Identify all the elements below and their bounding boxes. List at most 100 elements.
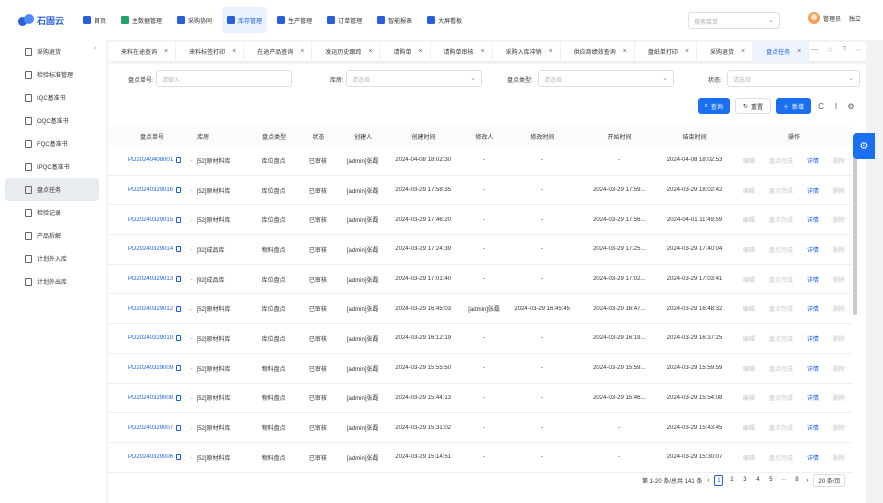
complete-link[interactable]: 盘点完成: [769, 186, 793, 195]
sidebar-item-7[interactable]: 检验记录: [5, 201, 99, 224]
nav-item-6[interactable]: 智能报表: [372, 7, 417, 33]
close-icon[interactable]: ×: [164, 48, 168, 55]
vertical-scrollbar[interactable]: [853, 150, 857, 315]
warehouse-select[interactable]: 请选择 ⌄: [346, 70, 482, 87]
copy-icon[interactable]: [176, 365, 182, 372]
prev-page-icon[interactable]: ‹: [707, 478, 709, 484]
page-5[interactable]: ···: [779, 475, 788, 486]
close-icon[interactable]: ×: [685, 48, 689, 55]
close-icon[interactable]: ×: [741, 48, 745, 55]
complete-link[interactable]: 盘点完成: [769, 275, 793, 284]
sidebar-item-8[interactable]: 产品拆解: [5, 224, 99, 247]
edit-link[interactable]: 编辑: [743, 393, 755, 402]
stocktake-code-link[interactable]: PD20240329012: [108, 305, 187, 312]
close-icon[interactable]: ×: [368, 48, 372, 55]
copy-icon[interactable]: [176, 157, 182, 164]
copy-icon[interactable]: [176, 216, 182, 223]
tab-5[interactable]: 请购单审核 ×: [431, 41, 493, 62]
delete-link[interactable]: 删除: [833, 304, 845, 313]
sidebar-item-0[interactable]: 采购退货: [5, 40, 99, 63]
complete-link[interactable]: 盘点完成: [769, 304, 793, 313]
detail-link[interactable]: 详情: [807, 275, 819, 284]
sidebar-item-6[interactable]: 盘点任务: [5, 178, 99, 201]
sidebar-item-3[interactable]: OQC基准书: [5, 109, 99, 132]
edit-link[interactable]: 编辑: [743, 245, 755, 254]
nav-item-3[interactable]: 库存管理: [222, 7, 268, 33]
edit-link[interactable]: 编辑: [743, 156, 755, 165]
close-icon[interactable]: ×: [418, 48, 422, 55]
close-icon[interactable]: ×: [300, 48, 304, 55]
stocktake-code-link[interactable]: PD20240329010: [108, 335, 187, 342]
delete-link[interactable]: 删除: [833, 393, 845, 402]
delete-link[interactable]: 删除: [833, 275, 845, 284]
tab-10[interactable]: 盘点任务 ×: [753, 41, 810, 62]
copy-icon[interactable]: [176, 424, 182, 431]
edit-link[interactable]: 编辑: [743, 304, 755, 313]
tab-4[interactable]: 请购单 ×: [380, 41, 431, 62]
query-button[interactable]: ⌕ 查询: [697, 98, 730, 114]
stocktake-code-link[interactable]: PD20240329009: [108, 365, 187, 372]
delete-link[interactable]: 删除: [833, 245, 845, 254]
close-icon[interactable]: ×: [549, 48, 553, 55]
next-page-icon[interactable]: ›: [806, 478, 808, 484]
detail-link[interactable]: 详情: [807, 364, 819, 373]
sidebar-item-9[interactable]: 计划外入库: [5, 247, 99, 270]
tab-9[interactable]: 采购退货 ×: [697, 41, 754, 62]
stocktake-code-link[interactable]: PD20240329008: [108, 394, 187, 401]
complete-link[interactable]: 盘点完成: [769, 215, 793, 224]
status-select[interactable]: 请选择 ⌄: [727, 70, 860, 87]
delete-link[interactable]: 删除: [833, 186, 845, 195]
add-button[interactable]: ＋ 新增: [775, 98, 811, 114]
page-2[interactable]: 3: [740, 475, 749, 486]
stocktake-code-link[interactable]: PD20240329007: [108, 424, 187, 431]
app-logo[interactable]: 石固云: [18, 14, 78, 27]
tab-8[interactable]: 盘纸单打印 ×: [635, 41, 697, 62]
menu-search-input[interactable]: 搜索菜单 ⌄: [688, 12, 780, 29]
close-icon[interactable]: ×: [623, 48, 627, 55]
edit-link[interactable]: 编辑: [743, 215, 755, 224]
column-height-icon[interactable]: I: [831, 102, 841, 111]
floating-settings-icon[interactable]: ⚙: [853, 133, 875, 159]
complete-link[interactable]: 盘点完成: [769, 453, 793, 462]
page-size-select[interactable]: 20 条/页: [813, 474, 846, 487]
edit-link[interactable]: 编辑: [743, 453, 755, 462]
complete-link[interactable]: 盘点完成: [769, 334, 793, 343]
code-input[interactable]: 请输入: [156, 70, 292, 87]
settings-icon[interactable]: ⚙: [846, 102, 856, 111]
sidebar-item-5[interactable]: IPQC基准书: [5, 155, 99, 178]
nav-item-1[interactable]: 主数据管理: [116, 7, 167, 33]
edit-link[interactable]: 编辑: [743, 364, 755, 373]
detail-link[interactable]: 详情: [807, 453, 819, 462]
detail-link[interactable]: 详情: [807, 304, 819, 313]
stocktake-code-link[interactable]: PD20240329014: [108, 246, 187, 253]
reload-icon[interactable]: C: [816, 102, 826, 111]
tab-2[interactable]: 在途产品查询 ×: [244, 41, 313, 62]
delete-link[interactable]: 删除: [833, 364, 845, 373]
logout-link[interactable]: 独立: [849, 14, 861, 23]
sidebar-item-4[interactable]: FQC基准书: [5, 132, 99, 155]
delete-link[interactable]: 删除: [833, 156, 845, 165]
help-icon[interactable]: ?: [842, 46, 846, 54]
copy-icon[interactable]: [176, 276, 182, 283]
close-icon[interactable]: ×: [232, 48, 236, 55]
detail-link[interactable]: 详情: [807, 393, 819, 402]
nav-item-2[interactable]: 采购协同: [172, 7, 217, 33]
page-0[interactable]: 1: [714, 475, 724, 486]
complete-link[interactable]: 盘点完成: [769, 393, 793, 402]
delete-link[interactable]: 删除: [833, 423, 845, 432]
close-icon[interactable]: ×: [797, 48, 801, 55]
stocktake-code-link[interactable]: PD20240329015: [108, 216, 187, 223]
tab-3[interactable]: 发运历史跟踪 ×: [312, 41, 381, 62]
edit-link[interactable]: 编辑: [743, 186, 755, 195]
edit-link[interactable]: 编辑: [743, 275, 755, 284]
reset-button[interactable]: ↻ 重置: [734, 98, 771, 114]
page-3[interactable]: 4: [753, 475, 762, 486]
page-4[interactable]: 5: [766, 475, 775, 486]
minus-icon[interactable]: —: [811, 46, 818, 54]
page-1[interactable]: 2: [727, 475, 736, 486]
collapse-icon[interactable]: ‹: [94, 45, 96, 52]
sidebar-item-10[interactable]: 计划外出库: [5, 270, 99, 293]
complete-link[interactable]: 盘点完成: [769, 423, 793, 432]
detail-link[interactable]: 详情: [807, 423, 819, 432]
user-menu[interactable]: 管理员 独立: [808, 12, 861, 24]
